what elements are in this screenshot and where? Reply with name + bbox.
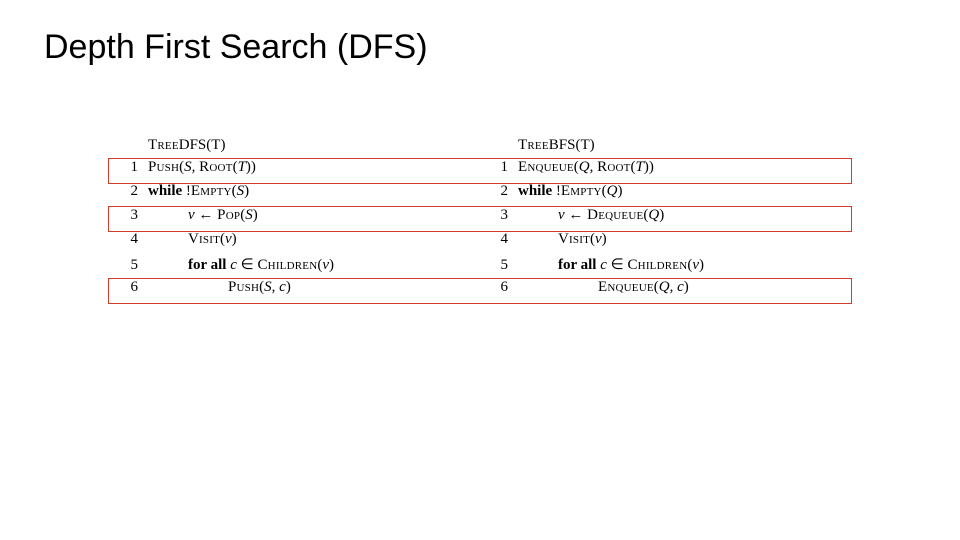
algorithms-block: TreeDFS(T)TreeBFS(T)1Push(S, Root(T))1En…: [110, 137, 850, 303]
algo-row: 5for all c ∈ Children(v)5for all c ∈ Chi…: [110, 255, 850, 279]
right-line: 6Enqueue(Q, c): [480, 279, 850, 303]
line-number: 2: [110, 183, 148, 200]
algo-row: 4Visit(v)4Visit(v): [110, 231, 850, 255]
code-text: Push(S, c): [148, 279, 291, 296]
code-text: Push(S, Root(T)): [148, 159, 256, 176]
line-number: 6: [110, 279, 148, 296]
line-number: 4: [110, 231, 148, 248]
algo-row: 6Push(S, c)6Enqueue(Q, c): [110, 279, 850, 303]
left-line: 6Push(S, c): [110, 279, 480, 303]
code-text: while !Empty(Q): [518, 183, 623, 200]
code-text: while !Empty(S): [148, 183, 249, 200]
code-text: v ← Pop(S): [148, 207, 258, 224]
slide: Depth First Search (DFS) TreeDFS(T)TreeB…: [0, 0, 960, 540]
right-line: 4Visit(v): [480, 231, 850, 255]
line-number: 1: [110, 159, 148, 176]
algo-row: 3v ← Pop(S)3v ← Dequeue(Q): [110, 207, 850, 231]
right-line: 1Enqueue(Q, Root(T)): [480, 159, 850, 183]
left-line: 2while !Empty(S): [110, 183, 480, 207]
line-number: 4: [480, 231, 518, 248]
page-title: Depth First Search (DFS): [44, 28, 916, 67]
line-number: 6: [480, 279, 518, 296]
line-number: 3: [110, 207, 148, 224]
algo-row: 1Push(S, Root(T))1Enqueue(Q, Root(T)): [110, 159, 850, 183]
line-number: 3: [480, 207, 518, 224]
code-text: v ← Dequeue(Q): [518, 207, 664, 224]
right-line: 3v ← Dequeue(Q): [480, 207, 850, 231]
line-number: 2: [480, 183, 518, 200]
code-text: Visit(v): [518, 231, 607, 248]
left-line: 1Push(S, Root(T)): [110, 159, 480, 183]
code-text: Enqueue(Q, c): [518, 279, 689, 296]
left-line: 3v ← Pop(S): [110, 207, 480, 231]
code-text: Enqueue(Q, Root(T)): [518, 159, 654, 176]
line-number: 1: [480, 159, 518, 176]
bfs-header: TreeBFS(T): [480, 137, 850, 159]
right-line: 2while !Empty(Q): [480, 183, 850, 207]
line-number: 5: [480, 257, 518, 274]
dfs-header: TreeDFS(T): [110, 137, 480, 159]
code-text: for all c ∈ Children(v): [148, 255, 334, 274]
left-line: 5for all c ∈ Children(v): [110, 255, 480, 279]
left-line: 4Visit(v): [110, 231, 480, 255]
right-line: 5for all c ∈ Children(v): [480, 255, 850, 279]
algo-row: 2while !Empty(S)2while !Empty(Q): [110, 183, 850, 207]
algo-header-row: TreeDFS(T)TreeBFS(T): [110, 137, 850, 159]
code-text: Visit(v): [148, 231, 237, 248]
line-number: 5: [110, 257, 148, 274]
code-text: for all c ∈ Children(v): [518, 255, 704, 274]
